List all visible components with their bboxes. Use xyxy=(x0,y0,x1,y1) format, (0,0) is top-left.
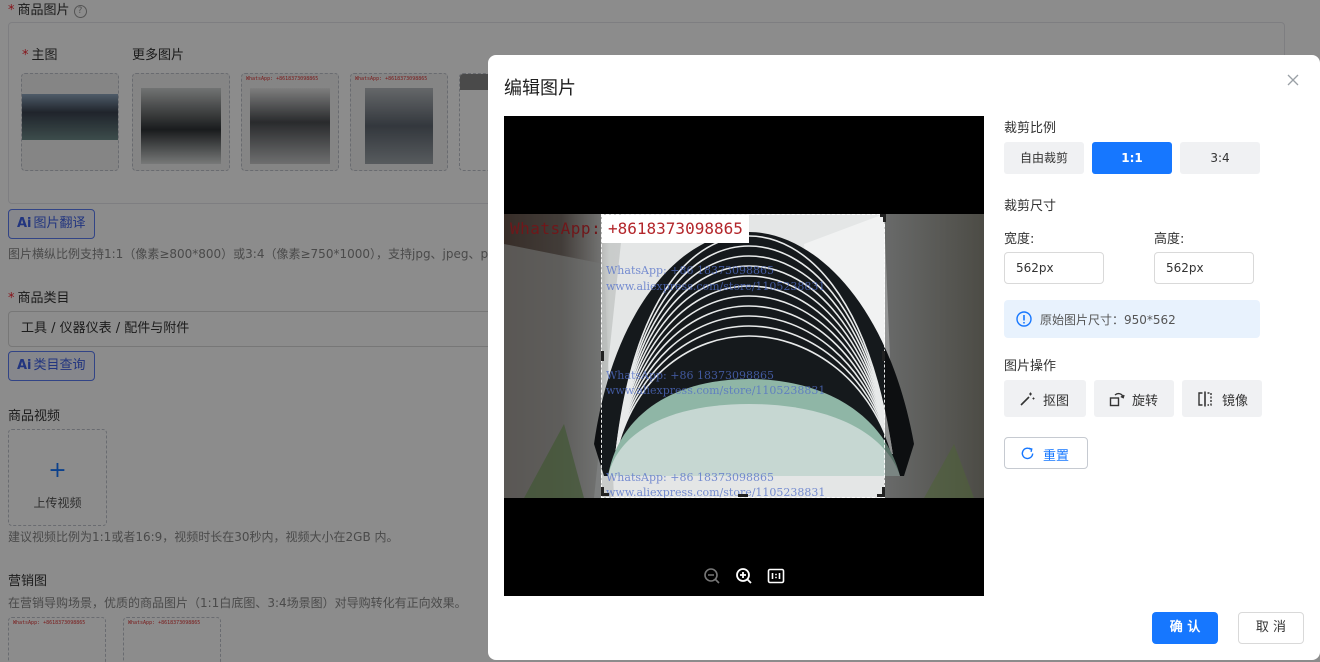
ratio-1-1-button[interactable]: 1:1 xyxy=(1092,142,1172,174)
crop-handle[interactable] xyxy=(883,214,886,222)
dialog-title: 编辑图片 xyxy=(504,78,576,99)
edit-image-dialog: 编辑图片 WhatsApp: WhatsApp: +86 18373098865… xyxy=(488,55,1320,660)
mirror-button[interactable]: 镜像 xyxy=(1182,380,1262,417)
reset-button[interactable]: 重置 xyxy=(1004,437,1088,469)
magic-wand-icon xyxy=(1020,392,1035,406)
cancel-button[interactable]: 取 消 xyxy=(1238,612,1304,644)
width-input[interactable]: 562px xyxy=(1004,252,1104,284)
zoom-in-icon[interactable] xyxy=(734,566,754,586)
crop-handle[interactable] xyxy=(882,487,885,497)
info-icon xyxy=(1016,311,1032,327)
crop-size-label: 裁剪尺寸 xyxy=(1004,199,1057,214)
crop-ratio-label: 裁剪比例 xyxy=(1004,121,1057,136)
crop-box[interactable]: +8618373098865 xyxy=(601,214,886,498)
zoom-out-icon[interactable] xyxy=(702,566,722,586)
actual-size-icon[interactable] xyxy=(766,566,786,586)
original-size-text: 原始图片尺寸：950*562 xyxy=(1040,313,1176,327)
refresh-icon xyxy=(1021,447,1034,460)
whatsapp-number: +8618373098865 xyxy=(602,215,749,243)
rotate-icon xyxy=(1109,392,1125,407)
zoom-toolbar xyxy=(702,566,792,586)
original-size-notice: 原始图片尺寸：950*562 xyxy=(1004,300,1260,338)
crop-dim-left xyxy=(504,214,601,498)
image-operations-label: 图片操作 xyxy=(1004,359,1057,374)
cutout-button[interactable]: 抠图 xyxy=(1004,380,1086,417)
height-input[interactable]: 562px xyxy=(1154,252,1254,284)
close-icon[interactable] xyxy=(1284,71,1302,89)
height-label: 高度: xyxy=(1154,232,1185,247)
width-label: 宽度: xyxy=(1004,232,1035,247)
rotate-button[interactable]: 旋转 xyxy=(1094,380,1174,417)
crop-handle[interactable] xyxy=(738,494,748,497)
crop-dim-right xyxy=(885,214,984,498)
ratio-3-4-button[interactable]: 3:4 xyxy=(1180,142,1260,174)
crop-handle[interactable] xyxy=(882,351,885,361)
mirror-icon xyxy=(1198,391,1212,407)
crop-handle[interactable] xyxy=(601,487,604,496)
confirm-button[interactable]: 确 认 xyxy=(1152,612,1218,644)
ratio-free-button[interactable]: 自由裁剪 xyxy=(1004,142,1084,174)
crop-canvas[interactable]: WhatsApp: WhatsApp: +86 18373098865 www.… xyxy=(504,116,984,596)
crop-handle[interactable] xyxy=(601,351,604,361)
